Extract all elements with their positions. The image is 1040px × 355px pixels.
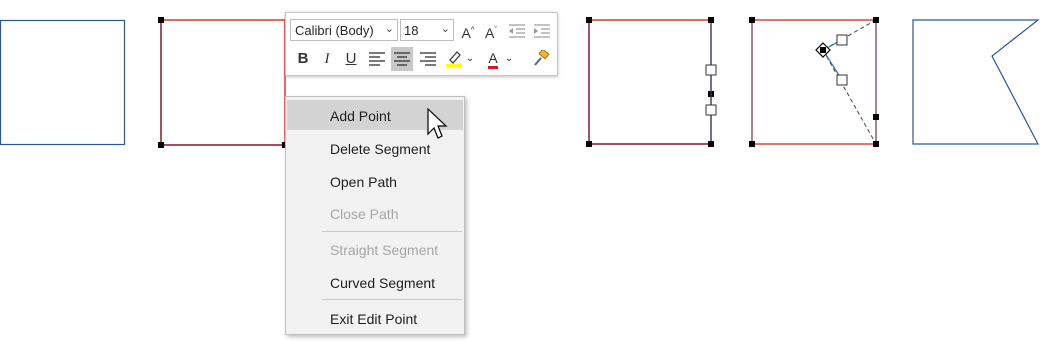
- canvas: Calibri (Body) ⌄ 18 ⌄ A^ Aˇ B I U ⌄ A ⌄ …: [0, 0, 1040, 355]
- menu-item-curved-segment[interactable]: Curved Segment: [287, 267, 463, 297]
- menu-item-label: Curved Segment: [330, 275, 436, 291]
- chevron-down-icon: ⌄: [465, 53, 475, 64]
- bezier-handle[interactable]: [836, 34, 848, 46]
- menu-item-label: Straight Segment: [330, 242, 439, 258]
- bold-button[interactable]: B: [292, 47, 314, 71]
- menu-item-straight-segment: Straight Segment: [287, 234, 463, 264]
- bezier-handle[interactable]: [836, 74, 848, 86]
- vertex-handle[interactable]: [586, 141, 592, 147]
- menu-item-label: Add Point: [330, 108, 391, 124]
- chevron-down-icon: ⌄: [384, 23, 394, 35]
- vertex-handle[interactable]: [586, 17, 592, 23]
- menu-item-label: Exit Edit Point: [330, 311, 418, 327]
- menu-separator: [322, 299, 462, 300]
- menu-item-label: Close Path: [330, 206, 399, 222]
- bezier-handle[interactable]: [705, 104, 717, 116]
- grow-font-icon: A^: [461, 24, 475, 41]
- italic-button[interactable]: I: [316, 47, 338, 71]
- mini-toolbar: Calibri (Body) ⌄ 18 ⌄ A^ Aˇ B I U ⌄ A ⌄: [285, 12, 558, 76]
- underline-button[interactable]: U: [340, 47, 362, 71]
- align-left-button[interactable]: [366, 47, 388, 71]
- chevron-down-icon: ⌄: [504, 53, 514, 64]
- bezier-handle[interactable]: [705, 64, 717, 76]
- format-painter-button[interactable]: [530, 47, 552, 71]
- vertex-handle[interactable]: [708, 141, 714, 147]
- align-left-icon: [369, 52, 385, 66]
- format-painter-icon: [534, 48, 550, 66]
- vertex-handle[interactable]: [749, 17, 755, 23]
- font-name-value: Calibri (Body): [295, 23, 374, 38]
- square-shape-dragging-point[interactable]: [749, 17, 879, 147]
- font-size-dropdown[interactable]: 18 ⌄: [400, 19, 454, 41]
- highlighter-icon: [446, 51, 462, 67]
- menu-item-label: Open Path: [330, 174, 397, 190]
- increase-indent-icon: [534, 24, 550, 38]
- vertex-handle[interactable]: [158, 17, 164, 23]
- square-shape-editing[interactable]: [158, 17, 288, 148]
- highlight-color-button[interactable]: [444, 47, 464, 71]
- chevron-down-icon: ⌄: [440, 23, 450, 35]
- grow-font-button[interactable]: A^: [457, 18, 479, 42]
- vertex-handle[interactable]: [873, 141, 879, 147]
- align-right-button[interactable]: [417, 47, 439, 71]
- square-shape-1[interactable]: [0, 19, 126, 146]
- decrease-indent-icon: [509, 24, 525, 38]
- vertex-handle[interactable]: [158, 142, 164, 148]
- increase-indent-button[interactable]: [531, 18, 553, 42]
- vertex-handle[interactable]: [749, 141, 755, 147]
- font-name-dropdown[interactable]: Calibri (Body) ⌄: [290, 19, 398, 41]
- align-center-button[interactable]: [391, 47, 413, 71]
- menu-item-exit-edit-point[interactable]: Exit Edit Point: [287, 303, 463, 333]
- shrink-font-icon: Aˇ: [484, 24, 497, 41]
- align-right-icon: [420, 52, 436, 66]
- shrink-font-button[interactable]: Aˇ: [480, 18, 502, 42]
- square-shape-added-point[interactable]: [586, 17, 717, 147]
- vertex-handle[interactable]: [708, 17, 714, 23]
- menu-item-label: Delete Segment: [330, 141, 431, 157]
- font-size-value: 18: [404, 23, 419, 38]
- pennant-shape[interactable]: [912, 19, 1040, 145]
- font-color-icon: A: [488, 50, 498, 69]
- vertex-handle[interactable]: [873, 114, 879, 120]
- menu-item-close-path: Close Path: [287, 198, 463, 228]
- font-color-dropdown-button[interactable]: ⌄: [503, 47, 515, 71]
- move-point-cursor-icon: [815, 42, 831, 58]
- decrease-indent-button[interactable]: [506, 18, 528, 42]
- menu-separator: [322, 231, 462, 232]
- highlight-dropdown-button[interactable]: ⌄: [464, 47, 476, 71]
- menu-item-open-path[interactable]: Open Path: [287, 166, 463, 196]
- mouse-pointer-icon: [427, 108, 448, 139]
- vertex-handle[interactable]: [873, 17, 879, 23]
- font-color-button[interactable]: A: [483, 47, 503, 71]
- align-center-icon: [394, 52, 410, 66]
